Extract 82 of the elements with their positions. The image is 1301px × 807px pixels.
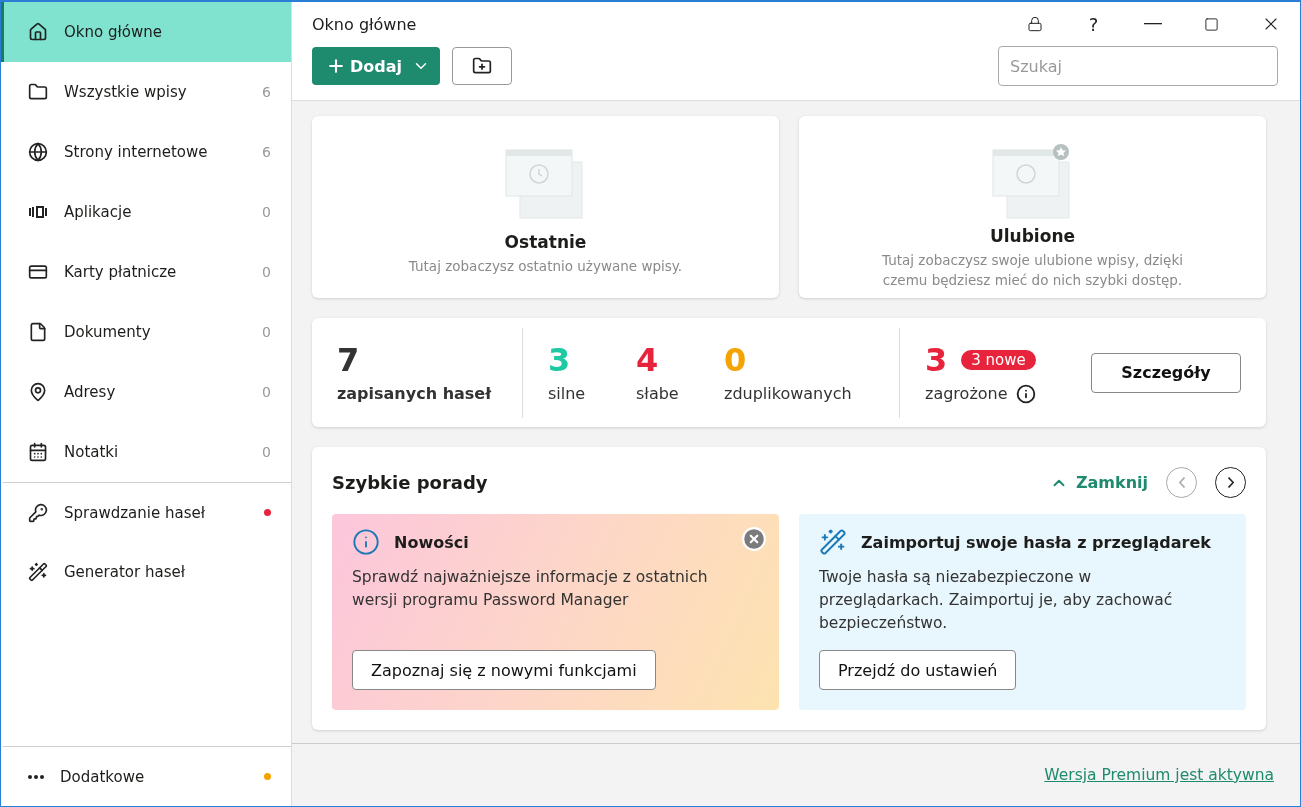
lock-icon — [1026, 16, 1043, 32]
sidebar-item-label: Generator haseł — [64, 563, 186, 581]
home-icon — [28, 22, 48, 42]
chevron-left-icon — [1178, 477, 1185, 488]
dismiss-icon[interactable] — [741, 526, 767, 552]
next-button[interactable] — [1215, 467, 1246, 498]
sidebar-item-label: Dokumenty — [64, 323, 152, 341]
premium-status-link[interactable]: Wersja Premium jest aktywna — [1044, 766, 1274, 784]
sidebar-item[interactable]: Notatki 0 — [1, 422, 291, 482]
item-count: 0 — [262, 204, 271, 220]
previous-button[interactable] — [1166, 467, 1197, 498]
card-title: Ulubione — [989, 226, 1075, 246]
stat-value: 4 — [636, 342, 660, 378]
section-title: Szybkie porady — [332, 472, 489, 493]
sidebar-item-label: Sprawdzanie haseł — [64, 503, 206, 522]
stat-label: zagrożone — [925, 384, 1008, 403]
calendar-icon — [28, 442, 48, 462]
globe-icon — [28, 142, 48, 162]
sidebar-item[interactable]: Dodatkowe — [1, 746, 291, 806]
sidebar-item-label: Okno główne — [64, 23, 163, 41]
tip-action-button[interactable]: Przejdź do ustawień — [819, 650, 1017, 690]
sidebar-item[interactable]: Strony internetowe 6 — [1, 122, 291, 182]
card-description: Tutaj zobaczysz swoje ulubione wpisy, dzięki czemu będziesz mieć do nich szybki dostęp. — [881, 251, 1184, 290]
folder-icon — [28, 82, 48, 102]
tip-title: Nowości — [394, 532, 469, 552]
sidebar-item[interactable]: Sprawdzanie haseł — [1, 482, 291, 542]
plus-icon — [326, 56, 346, 76]
details-button[interactable]: Szczegóły — [1091, 352, 1241, 393]
more-icon — [28, 774, 44, 779]
sidebar-item-label: Karty płatnicze — [64, 263, 178, 281]
sidebar-item[interactable]: Okno główne — [1, 2, 291, 62]
card-icon — [28, 262, 48, 282]
magic-wand-icon — [28, 562, 48, 582]
item-count: 0 — [262, 384, 271, 400]
stat-value: 3 — [925, 341, 948, 378]
folder-plus-icon — [472, 56, 492, 76]
tip-text: Twoje hasła są niezabezpieczone w przeglądarkach. Zaimportuj je, aby zachować bezpieczeństwo. — [819, 567, 1174, 634]
stat-value: 7 — [337, 342, 361, 378]
chevron-right-icon — [1227, 477, 1234, 488]
sidebar-item-label: Strony internetowe — [64, 143, 209, 161]
help-button[interactable]: ? — [1064, 2, 1123, 46]
stat-label: słabe — [636, 384, 680, 403]
stat-label: silne — [548, 384, 587, 403]
sidebar-item[interactable]: Adresy 0 — [1, 362, 291, 422]
sidebar-item-label: Wszystkie wpisy — [64, 83, 188, 101]
tip-title: Zaimportuj swoje hasła z przeglądarek — [861, 532, 1211, 552]
collapse-link[interactable]: Zamknij — [1049, 473, 1148, 492]
stat-value: 0 — [724, 342, 748, 378]
stat-value: 3 — [548, 342, 572, 378]
new-badge: 3 nowe — [961, 349, 1036, 370]
maximize-icon — [1204, 16, 1219, 32]
sidebar-item-label: Aplikacje — [64, 203, 133, 221]
info-icon[interactable] — [1015, 383, 1036, 404]
tip-text: Sprawdź najważniejsze informacje z ostatnich wersji programu Password Manager — [352, 567, 709, 611]
stat-label: zapisanych haseł — [337, 384, 493, 403]
minimize-icon — [1143, 23, 1162, 25]
document-icon — [28, 322, 48, 342]
card-title: Ostatnie — [504, 232, 587, 252]
sidebar-item-label: Notatki — [64, 443, 120, 461]
sidebar-item[interactable]: Wszystkie wpisy 6 — [1, 62, 291, 122]
card-description: Tutaj zobaczysz ostatnio używane wpisy. — [408, 257, 683, 276]
tip-action-button[interactable]: Zapoznaj się z nowymi funkcjami — [352, 650, 656, 690]
new-folder-button[interactable] — [452, 47, 512, 85]
sidebar-item[interactable]: Karty płatnicze 0 — [1, 242, 291, 302]
magic-wand-icon — [819, 528, 847, 556]
item-count: 0 — [262, 264, 271, 280]
item-count: 0 — [262, 324, 271, 340]
item-count: 0 — [262, 444, 271, 460]
sidebar-item-label: Dodatkowe — [60, 767, 146, 786]
search-field[interactable]: Szukaj — [998, 46, 1278, 86]
sidebar-item[interactable]: Dokumenty 0 — [1, 302, 291, 362]
key-icon — [28, 502, 48, 523]
sidebar-item-label: Adresy — [64, 383, 117, 401]
info-icon — [352, 528, 380, 556]
stat-label: zduplikowanych — [724, 384, 853, 403]
sidebar-item[interactable]: Aplikacje 0 — [1, 182, 291, 242]
window-title: Okno główne — [312, 14, 418, 34]
item-count: 6 — [262, 144, 271, 160]
sidebar-item[interactable]: Generator haseł — [1, 542, 291, 602]
location-pin-icon — [28, 382, 48, 402]
add-button[interactable]: Dodaj — [312, 47, 440, 85]
item-count: 6 — [262, 84, 271, 100]
